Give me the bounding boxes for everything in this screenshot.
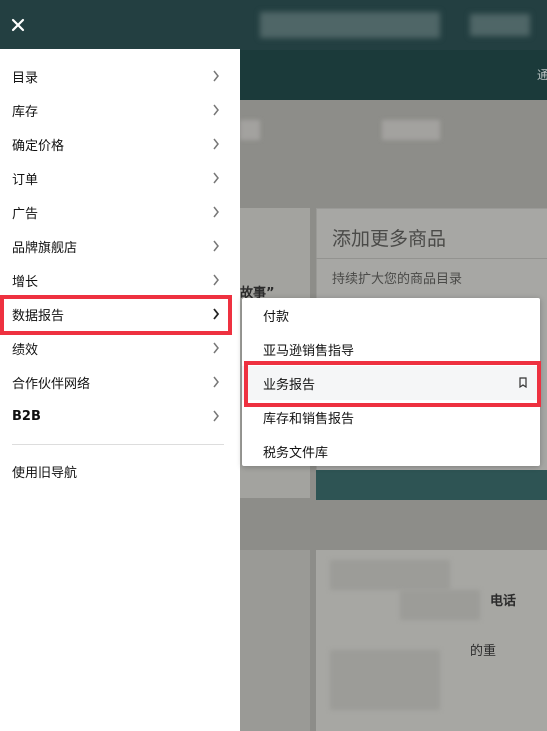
nav-item-label: 增长 [12, 274, 39, 290]
drawer-header [0, 0, 240, 49]
reports-submenu: 付款 亚马逊销售指导 业务报告 库存和销售报告 税务文件库 [242, 298, 540, 466]
submenu-item-inventory-sales-reports[interactable]: 库存和销售报告 [242, 400, 540, 434]
nav-item-pricing[interactable]: 确定价格 [0, 127, 240, 161]
nav-item-label: 广告 [12, 206, 39, 222]
nav-menu: 目录 库存 确定价格 订单 广告 品牌旗舰店 增长 数据报告 绩效 合作伙伴网络… [0, 59, 240, 433]
nav-item-label: 绩效 [12, 342, 39, 358]
legacy-nav-label: 使用旧导航 [12, 465, 78, 481]
nav-item-b2b[interactable]: B2B [0, 399, 240, 433]
bg-blurred-text [400, 590, 480, 620]
nav-item-label: 品牌旗舰店 [12, 240, 78, 256]
nav-item-partner-network[interactable]: 合作伙伴网络 [0, 365, 240, 399]
bg-snippet: 的重 [470, 644, 497, 659]
add-products-title: 添加更多商品 [332, 228, 447, 250]
chevron-right-icon [213, 240, 219, 252]
nav-item-reports[interactable]: 数据报告 [0, 297, 240, 331]
submenu-list: 付款 亚马逊销售指导 业务报告 库存和销售报告 税务文件库 [242, 298, 540, 468]
nav-item-catalog[interactable]: 目录 [0, 59, 240, 93]
chevron-right-icon [213, 104, 219, 116]
bg-blurred-search [260, 12, 440, 38]
bg-snippet: 电话 [490, 594, 517, 609]
submenu-item-tax-library[interactable]: 税务文件库 [242, 434, 540, 468]
bg-blurred-account [470, 14, 530, 36]
submenu-item-label: 库存和销售报告 [263, 411, 355, 427]
chevron-right-icon [213, 308, 220, 320]
bg-blurred-box [240, 120, 260, 140]
chevron-right-icon [213, 274, 219, 286]
submenu-item-label: 亚马逊销售指导 [263, 343, 355, 359]
chevron-right-icon [213, 376, 219, 388]
submenu-item-payments[interactable]: 付款 [242, 298, 540, 332]
nav-item-inventory[interactable]: 库存 [0, 93, 240, 127]
submenu-item-selling-coach[interactable]: 亚马逊销售指导 [242, 332, 540, 366]
submenu-item-business-reports[interactable]: 业务报告 [242, 366, 540, 400]
menu-divider [12, 444, 224, 445]
chevron-right-icon [213, 342, 219, 354]
add-products-subtitle: 持续扩大您的商品目录 [332, 272, 463, 287]
card-divider [316, 258, 547, 259]
nav-item-brand-store[interactable]: 品牌旗舰店 [0, 229, 240, 263]
nav-item-growth[interactable]: 增长 [0, 263, 240, 297]
bookmark-icon[interactable] [519, 377, 527, 388]
bg-corner-text: 通 [537, 68, 547, 82]
bg-blurred-text [330, 650, 440, 710]
nav-item-label: B2B [12, 408, 41, 424]
nav-drawer: 目录 库存 确定价格 订单 广告 品牌旗舰店 增长 数据报告 绩效 合作伙伴网络… [0, 0, 240, 731]
bg-blurred-text [330, 560, 450, 590]
chevron-right-icon [213, 410, 219, 422]
close-icon[interactable] [6, 12, 30, 38]
nav-item-orders[interactable]: 订单 [0, 161, 240, 195]
chevron-right-icon [213, 172, 219, 184]
nav-item-label: 确定价格 [12, 138, 65, 154]
nav-item-label: 目录 [12, 70, 39, 86]
bg-teal-bar [316, 470, 547, 500]
nav-item-performance[interactable]: 绩效 [0, 331, 240, 365]
bg-card [240, 550, 310, 731]
submenu-item-label: 税务文件库 [263, 445, 329, 461]
chevron-right-icon [213, 138, 219, 150]
chevron-right-icon [213, 70, 219, 82]
nav-item-label: 订单 [12, 172, 39, 188]
close-button[interactable] [6, 12, 30, 38]
nav-item-label: 数据报告 [12, 308, 65, 324]
nav-item-label: 合作伙伴网络 [12, 376, 91, 392]
chevron-right-icon [213, 206, 219, 218]
nav-item-advertising[interactable]: 广告 [0, 195, 240, 229]
use-legacy-nav-link[interactable]: 使用旧导航 [12, 454, 77, 488]
submenu-item-label: 付款 [263, 309, 290, 325]
bg-blurred-box [382, 120, 440, 140]
nav-item-label: 库存 [12, 104, 39, 120]
submenu-item-label: 业务报告 [263, 377, 316, 393]
